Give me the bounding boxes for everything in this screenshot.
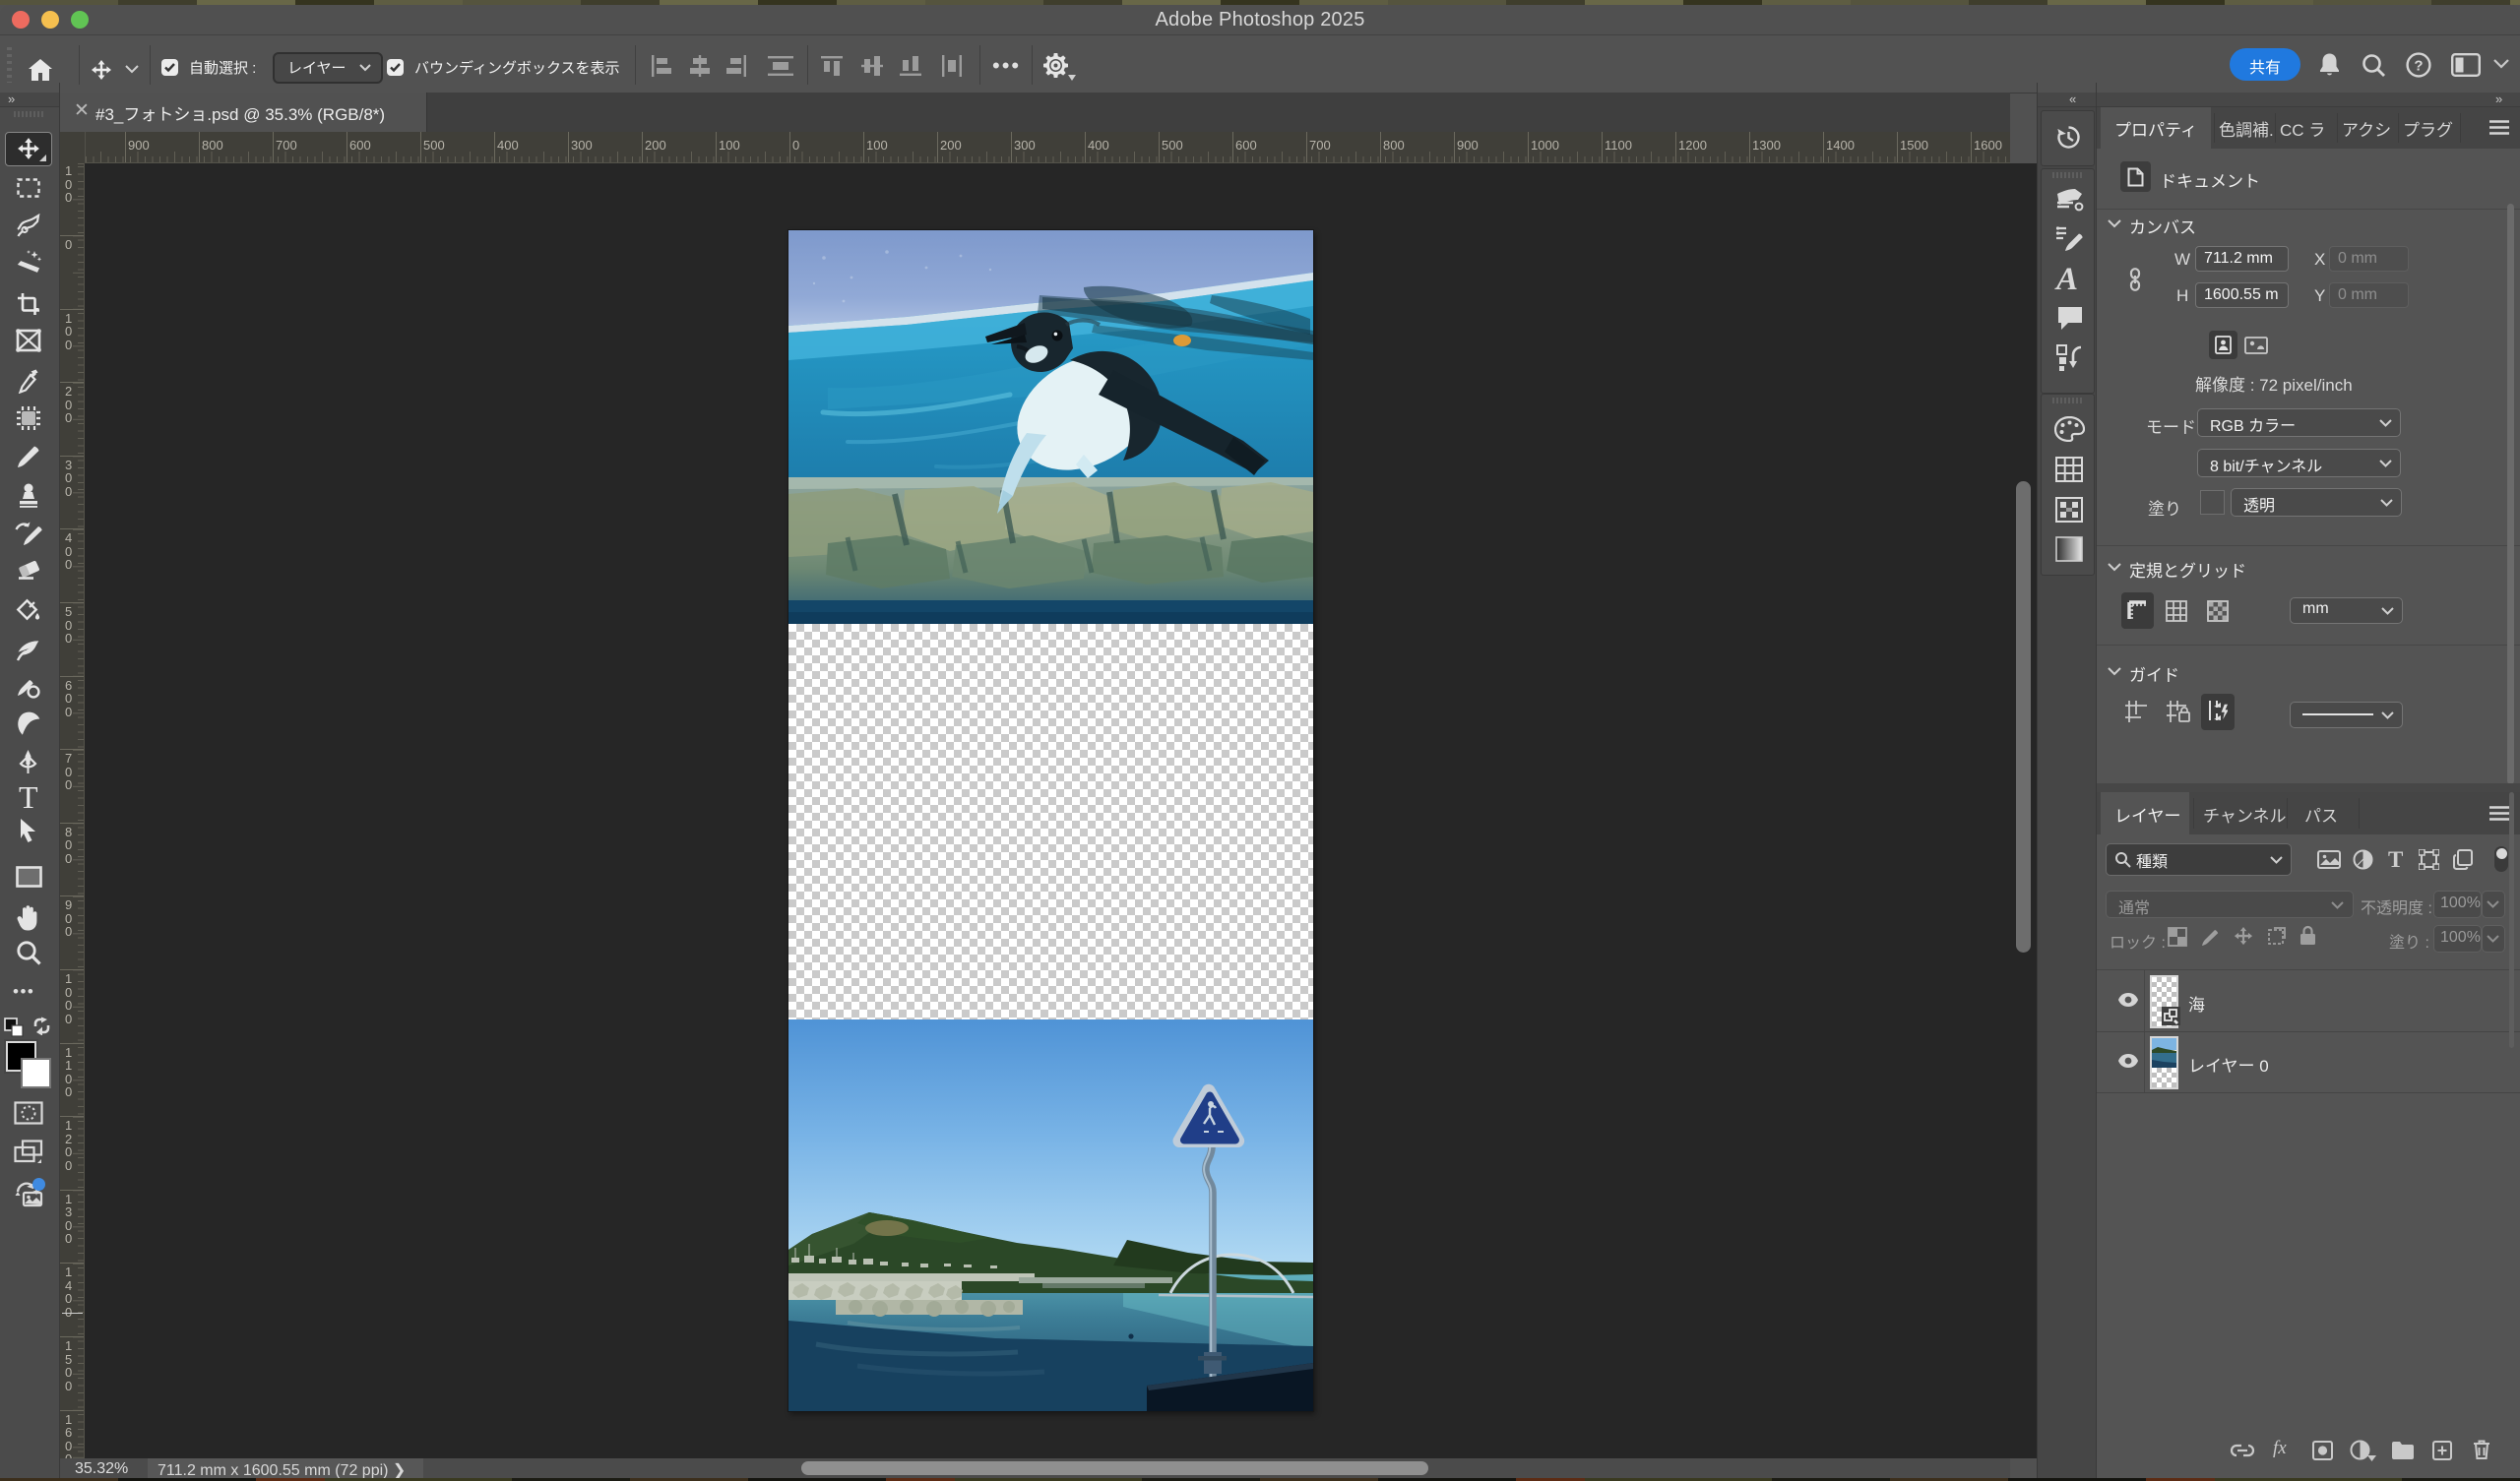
- svg-text:?: ?: [2414, 58, 2423, 75]
